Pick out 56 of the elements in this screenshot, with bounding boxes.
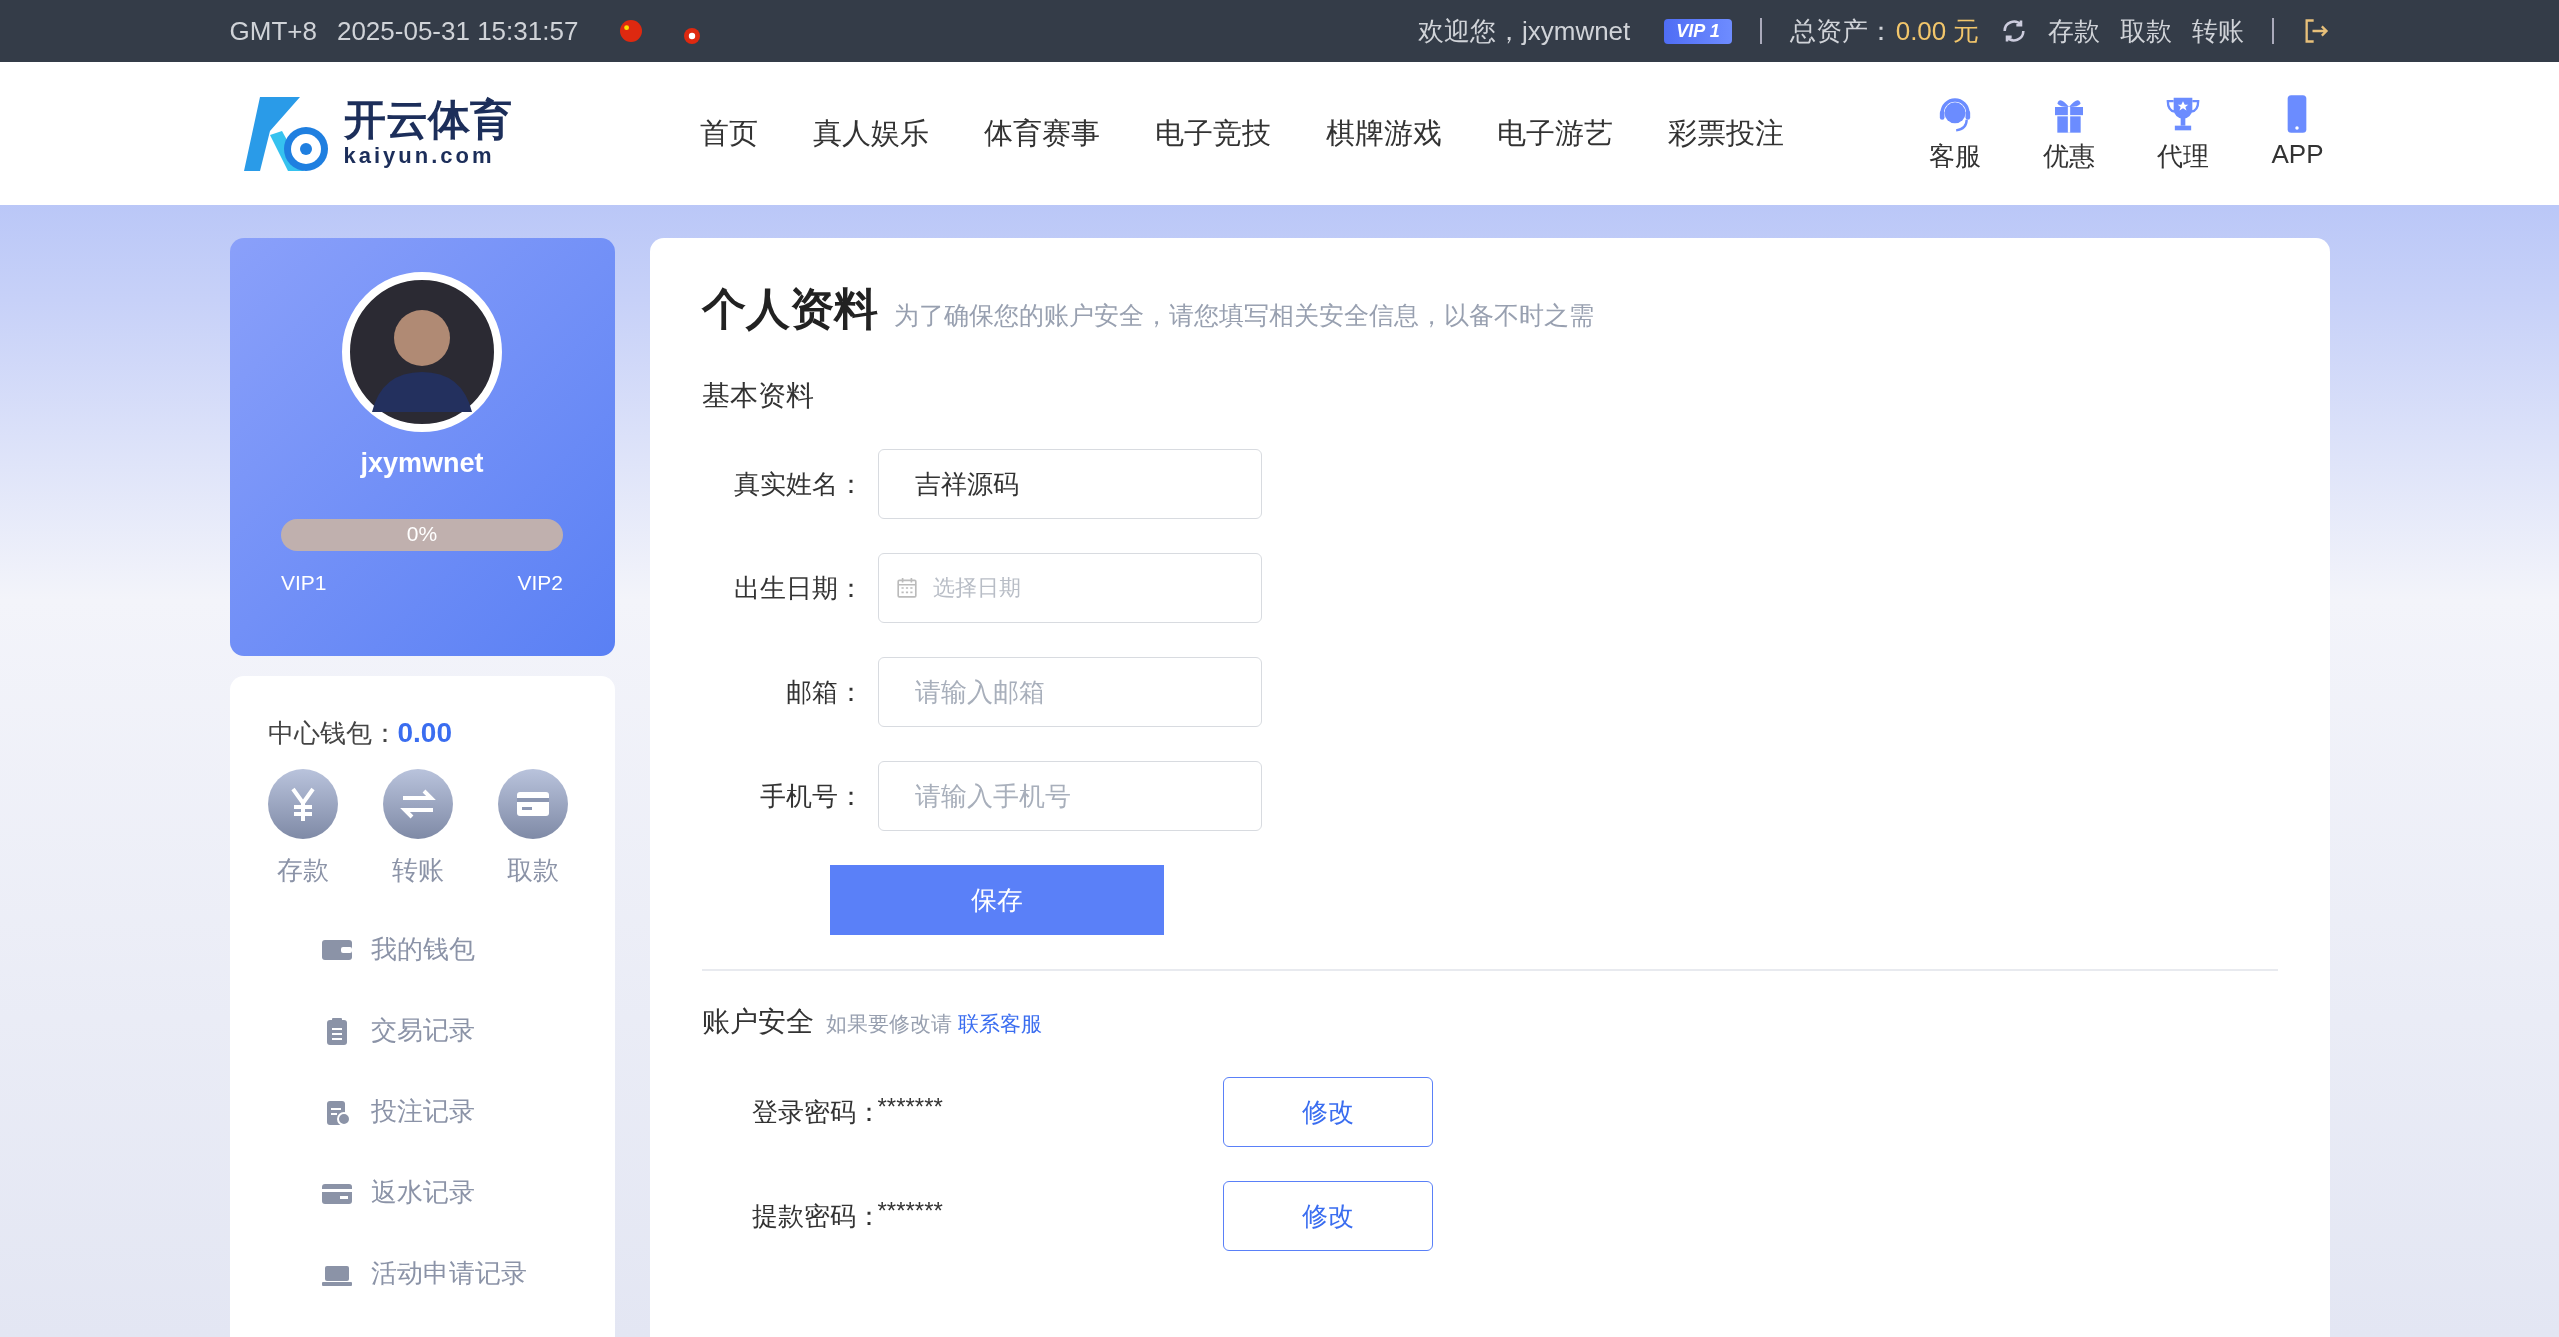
username: jxymwnet (360, 448, 484, 479)
date-time: 2025-05-31 15:31:57 (336, 15, 579, 47)
input-field[interactable]: 吉祥源码 (877, 449, 1262, 519)
top-link[interactable]: 取款 (2119, 13, 2172, 49)
welcome-text: 欢迎您，jxymwnet (1417, 14, 1631, 48)
avatar-icon (342, 272, 502, 432)
nav-link[interactable]: 体育赛事 (983, 113, 1100, 154)
nav-link[interactable]: 电子游艺 (1496, 113, 1613, 154)
nav-link[interactable]: 电子竞技 (1154, 113, 1271, 154)
nav-link[interactable]: 彩票投注 (1667, 113, 1784, 154)
field-label: 手机号： (758, 779, 864, 813)
logo-title: 开云体育 (343, 98, 512, 143)
nav-link[interactable]: 棋牌游戏 (1325, 113, 1442, 154)
assets-label: 总资产： (1789, 14, 1894, 48)
field-label: 出生日期： (732, 571, 864, 605)
quick-link[interactable]: 优惠 (2043, 139, 2096, 174)
date-field[interactable]: 选择日期 (877, 553, 1262, 623)
flag-icon[interactable] (620, 20, 643, 42)
section-title: 账户安全 (701, 1005, 814, 1039)
security-note: 如果要修改请 (825, 1011, 952, 1037)
top-link[interactable]: 转账 (2191, 13, 2244, 49)
quick-link[interactable]: APP (2271, 139, 2324, 170)
nav-link[interactable]: 真人娱乐 (812, 113, 929, 154)
field-label: 真实姓名： (732, 467, 864, 501)
field-label: 邮箱： (784, 675, 864, 709)
edit-button[interactable]: 修改 (1222, 1181, 1433, 1251)
edit-button[interactable]: 修改 (1222, 1077, 1433, 1147)
field-label: 登录密码： (751, 1095, 878, 1129)
flag-icon[interactable] (684, 28, 701, 44)
input-field[interactable]: 请输入邮箱 (877, 657, 1262, 727)
input-field[interactable]: 请输入手机号 (877, 761, 1262, 831)
page-subtitle: 为了确保您的账户安全，请您填写相关安全信息，以备不时之需 (893, 300, 1594, 331)
wallet-balance: 0.00 (397, 717, 452, 749)
quick-link[interactable]: 客服 (1929, 139, 1982, 174)
calendar-icon (895, 577, 918, 599)
progress-label: 0% (406, 521, 438, 547)
section-title: 基本资料 (701, 379, 815, 413)
save-button[interactable]: 保存 (829, 865, 1164, 935)
logo-domain: kaiyun.com (343, 142, 496, 169)
vip-level: VIP1 (281, 571, 327, 595)
masked-password: ******* (877, 1197, 944, 1225)
page-title: 个人资料 (701, 283, 878, 335)
contact-link[interactable]: 联系客服 (957, 1010, 1042, 1038)
timezone: GMT+8 (229, 15, 317, 47)
yen-icon[interactable] (267, 769, 338, 839)
transfer-icon[interactable] (382, 769, 453, 839)
nav-link[interactable]: 首页 (699, 113, 758, 154)
vip-level: VIP2 (517, 571, 563, 595)
masked-password: ******* (877, 1093, 944, 1121)
quick-link[interactable]: 代理 (2157, 139, 2210, 174)
card-icon[interactable] (497, 769, 568, 839)
wallet-label: 中心钱包： (267, 717, 398, 750)
top-link[interactable]: 存款 (2047, 13, 2100, 49)
assets-value: 0.00 元 (1895, 14, 1980, 48)
field-label: 提款密码： (751, 1199, 878, 1233)
vip-badge: VIP 1 (1664, 18, 1732, 44)
